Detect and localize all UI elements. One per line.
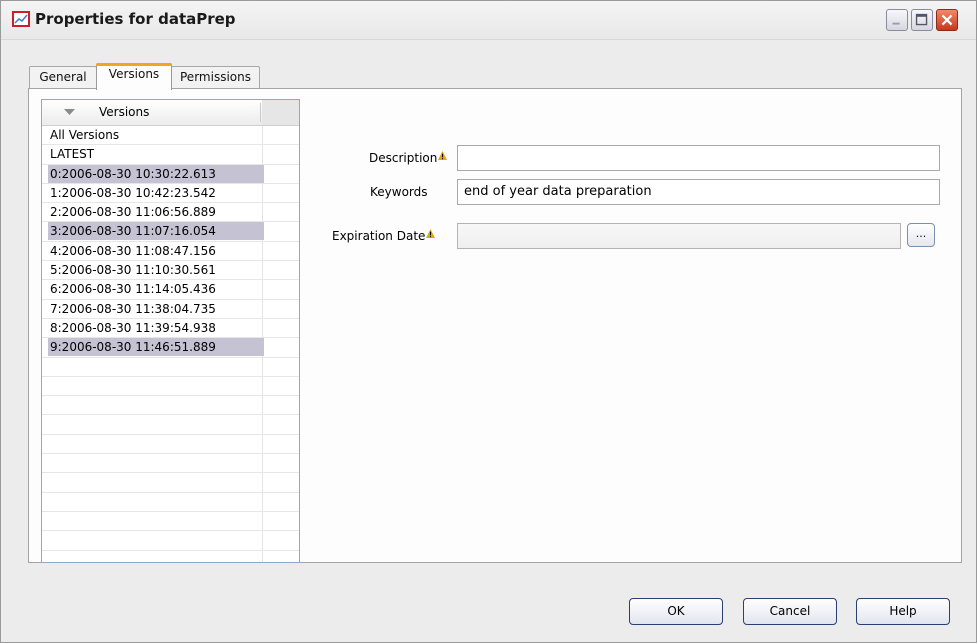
list-item-label: 1:2006-08-30 10:42:23.542 xyxy=(50,185,216,200)
list-item-label xyxy=(48,473,264,491)
list-item-label: 5:2006-08-30 11:10:30.561 xyxy=(50,263,216,278)
expiration-date-picker-button[interactable]: ... xyxy=(907,223,935,247)
warning-icon xyxy=(426,229,436,238)
tab-versions[interactable]: Versions xyxy=(96,63,172,90)
list-item-label xyxy=(48,493,264,511)
description-field[interactable] xyxy=(457,145,940,171)
chart-app-icon xyxy=(12,11,30,27)
list-item[interactable] xyxy=(42,551,299,562)
versions-list-header[interactable]: Versions xyxy=(42,100,299,126)
list-item[interactable]: 6:2006-08-30 11:14:05.436 xyxy=(42,280,299,300)
list-item-label xyxy=(48,512,264,530)
window-title: Properties for dataPrep xyxy=(35,10,236,28)
list-item-label: 7:2006-08-30 11:38:04.735 xyxy=(50,301,216,316)
sort-descending-icon xyxy=(64,109,75,115)
list-item[interactable] xyxy=(42,531,299,551)
header-divider xyxy=(260,103,261,122)
list-item[interactable]: 7:2006-08-30 11:38:04.735 xyxy=(42,300,299,319)
list-item[interactable]: 8:2006-08-30 11:39:54.938 xyxy=(42,319,299,339)
list-item-label xyxy=(48,377,264,395)
list-item-label: LATEST xyxy=(50,147,95,162)
tab-permissions[interactable]: Permissions xyxy=(171,66,260,88)
properties-dialog: Properties for dataPrep General Versions… xyxy=(0,0,977,643)
maximize-icon xyxy=(915,13,928,26)
list-item[interactable]: 0:2006-08-30 10:30:22.613 xyxy=(42,164,299,184)
list-item[interactable] xyxy=(42,358,299,377)
list-item-label: 8:2006-08-30 11:39:54.938 xyxy=(50,320,216,335)
expiration-date-field[interactable] xyxy=(457,223,901,249)
list-item[interactable] xyxy=(42,435,299,455)
list-item-label: 2:2006-08-30 11:06:56.889 xyxy=(50,205,216,220)
list-item[interactable]: 5:2006-08-30 11:10:30.561 xyxy=(42,261,299,281)
close-button[interactable] xyxy=(936,9,958,31)
list-item-label xyxy=(48,551,264,562)
list-item-label xyxy=(48,531,264,549)
list-item[interactable]: 4:2006-08-30 11:08:47.156 xyxy=(42,242,299,262)
versions-column-header: Versions xyxy=(99,105,150,119)
cancel-button[interactable]: Cancel xyxy=(743,598,837,625)
list-item[interactable] xyxy=(42,512,299,532)
help-button[interactable]: Help xyxy=(856,598,950,625)
maximize-button[interactable] xyxy=(911,9,933,31)
list-item[interactable] xyxy=(42,377,299,397)
list-item[interactable] xyxy=(42,396,299,416)
list-item[interactable]: 9:2006-08-30 11:46:51.889 xyxy=(42,338,299,358)
list-item[interactable] xyxy=(42,473,299,493)
list-item-label: 3:2006-08-30 11:07:16.054 xyxy=(48,222,264,241)
minimize-button[interactable] xyxy=(886,9,908,31)
list-item[interactable] xyxy=(42,415,299,435)
expiration-date-label: Expiration Date xyxy=(332,229,436,243)
list-item-label: All Versions xyxy=(50,128,120,142)
list-item[interactable]: 3:2006-08-30 11:07:16.054 xyxy=(42,222,299,242)
list-item-label xyxy=(48,358,264,376)
tab-general[interactable]: General xyxy=(29,66,97,88)
list-item[interactable]: 1:2006-08-30 10:42:23.542 xyxy=(42,184,299,204)
versions-rows: All Versions LATEST 0:2006-08-30 10:30:22.… xyxy=(42,126,299,562)
list-item-label: 4:2006-08-30 11:08:47.156 xyxy=(50,243,216,258)
list-item[interactable]: LATEST xyxy=(42,145,299,165)
list-item[interactable]: All Versions xyxy=(42,126,299,146)
list-item-label xyxy=(48,435,264,453)
header-filler xyxy=(262,100,299,125)
list-item-label xyxy=(48,396,264,414)
versions-panel: Versions All Versions LATEST 0:2006-08-30 … xyxy=(28,88,962,563)
list-item-label: 6:2006-08-30 11:14:05.436 xyxy=(50,282,216,297)
minimize-icon xyxy=(892,22,900,25)
warning-icon xyxy=(438,151,448,160)
description-label: Description xyxy=(369,151,448,165)
list-item-label: 9:2006-08-30 11:46:51.889 xyxy=(48,338,264,357)
ok-button[interactable]: OK xyxy=(629,598,723,625)
close-icon xyxy=(941,14,953,26)
list-item[interactable] xyxy=(42,454,299,474)
list-item-label: 0:2006-08-30 10:30:22.613 xyxy=(48,164,264,183)
keywords-label: Keywords xyxy=(370,185,428,199)
list-item-label xyxy=(48,454,264,472)
versions-list[interactable]: Versions All Versions LATEST 0:2006-08-30 … xyxy=(41,99,300,563)
list-item[interactable]: 2:2006-08-30 11:06:56.889 xyxy=(42,203,299,223)
list-item[interactable] xyxy=(42,493,299,512)
list-item-label xyxy=(48,415,264,433)
keywords-field[interactable]: end of year data preparation xyxy=(457,179,940,205)
title-bar[interactable]: Properties for dataPrep xyxy=(1,1,976,40)
